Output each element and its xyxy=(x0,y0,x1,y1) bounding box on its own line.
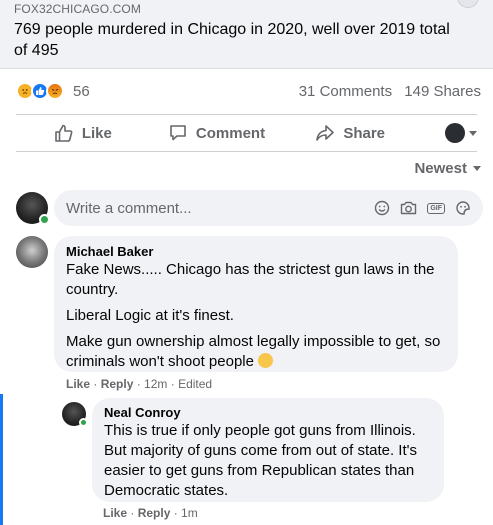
like-button[interactable]: Like xyxy=(16,123,150,143)
comment-meta: Like · Reply · 1m xyxy=(103,506,198,520)
comment-sort-dropdown[interactable]: Newest xyxy=(414,160,481,177)
comment-timestamp[interactable]: 12m xyxy=(144,377,167,391)
smirk-emoji-icon xyxy=(258,353,274,368)
gif-icon[interactable]: GIF xyxy=(427,202,445,214)
post-as-selector[interactable] xyxy=(417,123,478,143)
comments-count[interactable]: 31 Comments xyxy=(299,83,392,100)
composer-tools: GIF xyxy=(374,200,471,216)
sort-label: Newest xyxy=(414,160,467,177)
online-status-dot xyxy=(39,214,50,225)
comment-reply-link[interactable]: Reply xyxy=(138,506,171,520)
comment-bubble: Michael Baker Fake News..... Chicago has… xyxy=(54,236,458,372)
comment-input-placeholder: Write a comment... xyxy=(66,199,192,217)
camera-icon[interactable] xyxy=(400,200,417,216)
sticker-icon[interactable] xyxy=(455,200,471,216)
comment-like-link[interactable]: Like xyxy=(103,506,127,520)
comment-edited-label: Edited xyxy=(178,377,213,391)
thumbs-up-icon xyxy=(55,124,73,142)
thread-indicator xyxy=(0,394,3,525)
comment-item: Michael Baker Fake News..... Chicago has… xyxy=(16,236,458,372)
share-label: Share xyxy=(343,124,386,142)
reply-item: Neal Conroy This is true if only people … xyxy=(62,398,444,502)
like-label: Like xyxy=(81,124,112,142)
caret-down-icon xyxy=(473,166,481,171)
angry-reaction-icon xyxy=(46,82,64,100)
comment-bubble: Neal Conroy This is true if only people … xyxy=(92,398,444,502)
link-preview[interactable]: FOX32CHICAGO.COM 769 people murdered in … xyxy=(0,0,493,69)
comment-bubble-icon xyxy=(170,125,186,141)
comment-text-content: Make gun ownership almost legally imposs… xyxy=(66,333,441,370)
comment-text: Fake News..... Chicago has the strictest… xyxy=(66,261,435,298)
share-arrow-icon xyxy=(316,125,335,141)
comment-input[interactable]: Write a comment... GIF xyxy=(54,190,483,226)
avatar xyxy=(445,123,466,143)
comment-text: Liberal Logic at it's finest. xyxy=(66,307,234,324)
comment-label: Comment xyxy=(195,124,266,142)
comment-text: This is true if only people got guns fro… xyxy=(104,422,417,499)
engagement-counts: 31 Comments 149 Shares xyxy=(291,83,481,100)
comment-button[interactable]: Comment xyxy=(150,123,284,143)
comment-composer: Write a comment... GIF xyxy=(16,190,483,226)
link-domain: FOX32CHICAGO.COM xyxy=(14,2,141,16)
share-button[interactable]: Share xyxy=(283,123,417,143)
comment-author[interactable]: Neal Conroy xyxy=(104,405,432,421)
avatar[interactable] xyxy=(62,402,88,427)
post-stats: 56 31 Comments 149 Shares xyxy=(16,78,481,104)
comment-text: Make gun ownership almost legally imposs… xyxy=(66,332,446,372)
link-title[interactable]: 769 people murdered in Chicago in 2020, … xyxy=(14,19,464,61)
post-action-bar: Like Comment Share xyxy=(16,114,478,152)
emoji-icon[interactable] xyxy=(374,200,390,216)
comment-meta: Like · Reply · 12m · Edited xyxy=(66,377,213,391)
comment-reply-link[interactable]: Reply xyxy=(101,377,134,391)
shares-count[interactable]: 149 Shares xyxy=(404,83,481,100)
reaction-count[interactable]: 56 xyxy=(73,83,90,100)
comment-author[interactable]: Michael Baker xyxy=(66,244,446,260)
avatar[interactable] xyxy=(16,236,48,268)
comment-timestamp[interactable]: 1m xyxy=(181,506,198,520)
comment-like-link[interactable]: Like xyxy=(66,377,90,391)
avatar[interactable] xyxy=(16,192,50,225)
caret-down-icon xyxy=(469,130,478,136)
online-status-dot xyxy=(79,418,88,427)
reactions-summary[interactable]: 56 xyxy=(16,82,90,100)
